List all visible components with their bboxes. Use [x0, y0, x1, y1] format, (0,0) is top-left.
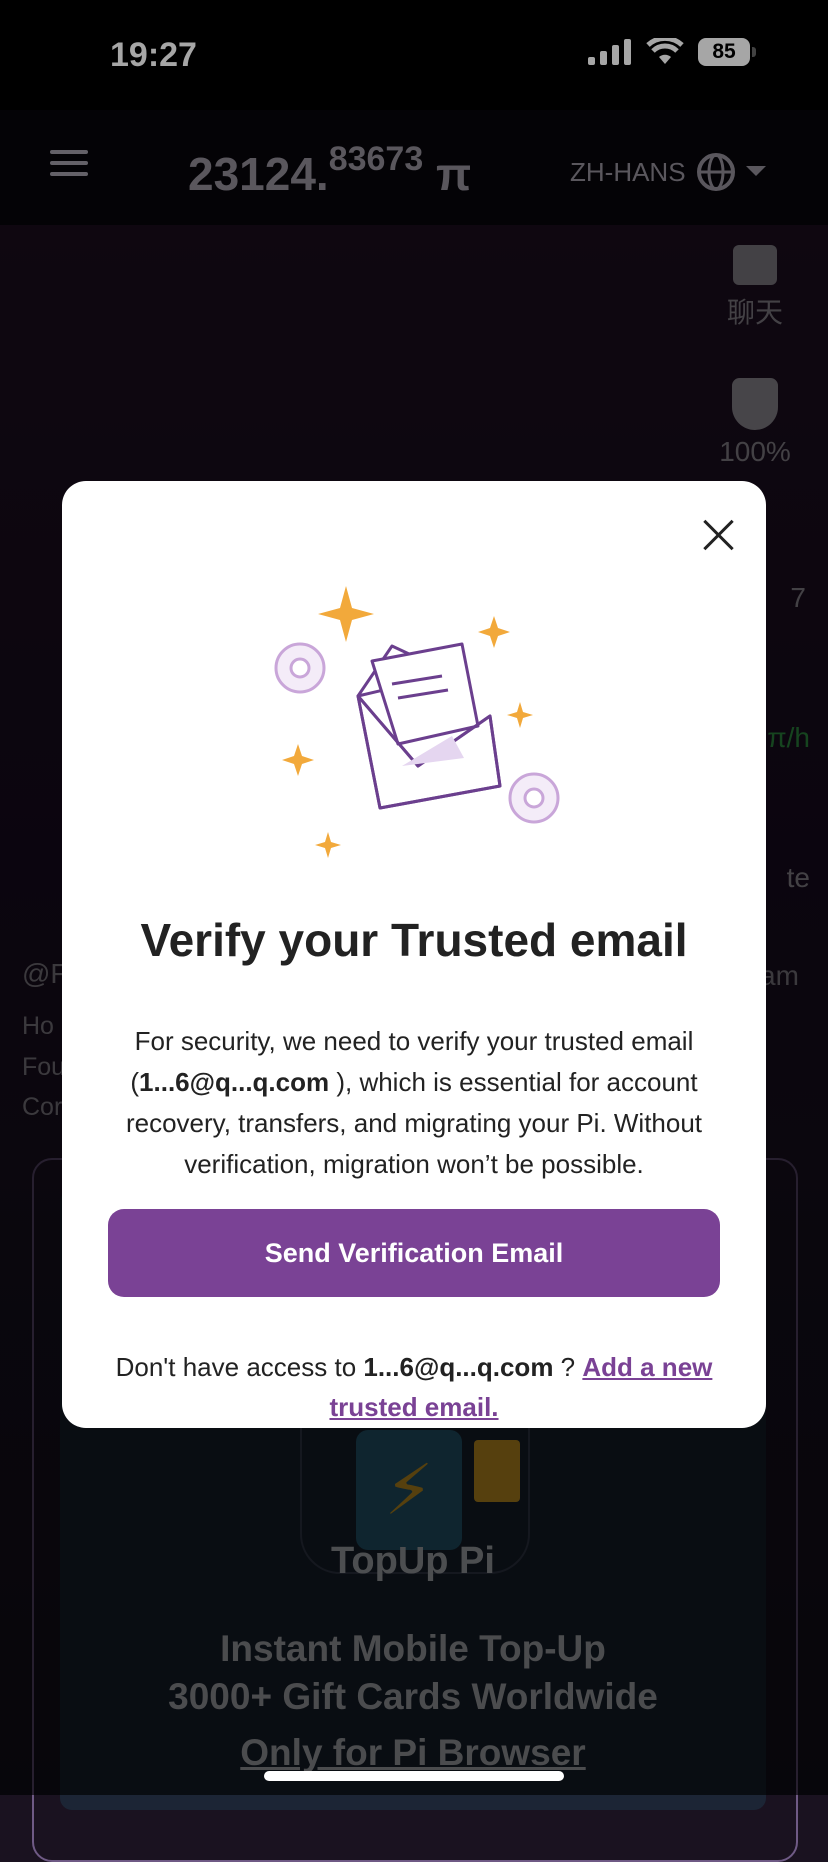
- modal-title: Verify your Trusted email: [140, 914, 688, 966]
- send-verification-email-button[interactable]: Send Verification Email: [108, 1209, 720, 1297]
- email-envelope-illustration: [274, 586, 560, 858]
- modal-description: For security, we need to verify your tru…: [102, 1021, 726, 1185]
- no-access-pre: Don't have access to: [115, 1352, 364, 1382]
- no-access-text: Don't have access to 1...6@q...q.com ? A…: [102, 1347, 726, 1427]
- home-indicator[interactable]: [264, 1771, 564, 1781]
- close-icon[interactable]: [702, 517, 736, 551]
- verify-email-modal: Verify your Trusted email For security, …: [62, 481, 766, 1428]
- no-access-email: 1...6@q...q.com: [363, 1352, 554, 1382]
- masked-email: 1...6@q...q.com: [139, 1067, 330, 1097]
- no-access-post: ?: [553, 1352, 583, 1382]
